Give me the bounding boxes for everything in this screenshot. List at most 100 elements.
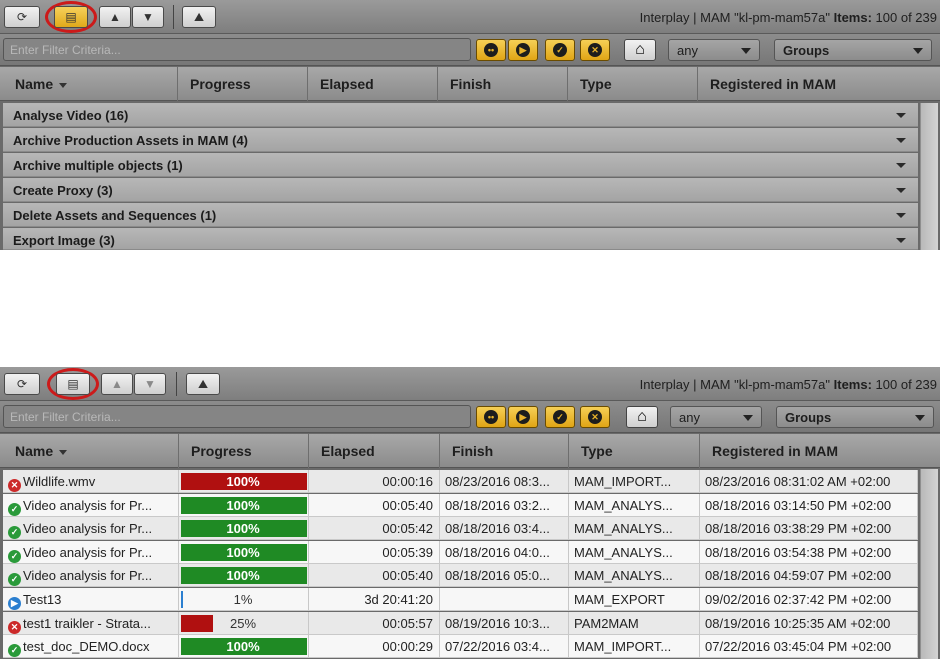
group-label: Archive multiple objects (1) — [13, 158, 183, 173]
home-button[interactable]: ⌂ — [626, 406, 658, 428]
image-button[interactable]: ⛰ — [186, 373, 220, 395]
sort-icon — [59, 82, 68, 88]
cell-type: MAM_IMPORT... — [569, 635, 700, 659]
column-progress[interactable]: Progress — [179, 434, 309, 468]
toolbar: ⟳ ▤ ▲ ▼ ⛰ Interplay | MAM "kl-pm-mam57a"… — [0, 0, 940, 34]
column-finish[interactable]: Finish — [438, 67, 568, 101]
column-finish[interactable]: Finish — [440, 434, 569, 468]
filter-running-button[interactable]: ▶ — [508, 406, 538, 428]
scrollbar[interactable] — [920, 469, 938, 659]
filter-running-button[interactable]: ▶ — [508, 39, 538, 61]
column-registered[interactable]: Registered in MAM — [700, 434, 940, 468]
cell-registered: 08/18/2016 03:54:38 PM +02:00 — [700, 540, 918, 564]
column-name[interactable]: Name — [3, 67, 178, 101]
filter-completed-button[interactable]: ✓ — [545, 406, 575, 428]
column-type[interactable]: Type — [569, 434, 700, 468]
group-row[interactable]: Delete Assets and Sequences (1) — [3, 203, 918, 227]
filter-waiting-button[interactable]: •• — [476, 39, 506, 61]
chevron-down-icon — [743, 415, 753, 421]
down-arrows-icon: ▼ — [142, 10, 154, 24]
column-type[interactable]: Type — [568, 67, 698, 101]
cell-name: ▶ Test13 — [3, 588, 179, 611]
table-row[interactable]: ✕ Wildlife.wmv 100% 00:00:16 08/23/2016 08:3… — [3, 470, 918, 493]
filter-row: Enter Filter Criteria... •• ▶ ✓ ✕ ⌂ any … — [0, 34, 940, 66]
groups-select[interactable]: Groups — [776, 406, 934, 428]
filter-completed-button[interactable]: ✓ — [545, 39, 575, 61]
column-type-label: Type — [580, 76, 612, 92]
cell-finish: 08/23/2016 08:3... — [440, 470, 569, 493]
column-elapsed[interactable]: Elapsed — [308, 67, 438, 101]
filter-input[interactable]: Enter Filter Criteria... — [3, 405, 471, 428]
scrollbar[interactable] — [920, 103, 938, 250]
home-button[interactable]: ⌂ — [624, 39, 656, 61]
filter-failed-button[interactable]: ✕ — [580, 406, 610, 428]
status-select-value: any — [679, 410, 700, 425]
table-row[interactable]: ✓ test_doc_DEMO.docx 100% 00:00:29 07/22/201… — [3, 635, 918, 659]
cell-registered: 08/19/2016 10:25:35 AM +02:00 — [700, 611, 918, 635]
job-name: test1 traikler - Strata... — [23, 615, 151, 631]
progress-label: 100% — [226, 474, 260, 489]
move-up-button[interactable]: ▲ — [99, 6, 131, 28]
groups-select[interactable]: Groups — [774, 39, 932, 61]
table-row[interactable]: ✓ Video analysis for Pr... 100% 00:05:40 08/… — [3, 493, 918, 517]
table-row[interactable]: ✓ Video analysis for Pr... 100% 00:05:40 08/… — [3, 564, 918, 588]
grouped-view-panel: ⟳ ▤ ▲ ▼ ⛰ Interplay | MAM "kl-pm-mam57a"… — [0, 0, 940, 250]
column-name[interactable]: Name — [3, 434, 179, 468]
cell-finish: 08/18/2016 04:0... — [440, 540, 569, 564]
cell-progress: 100% — [179, 493, 309, 517]
cell-type: MAM_IMPORT... — [569, 470, 700, 493]
list-view-button[interactable]: ▤ — [54, 6, 88, 28]
column-registered[interactable]: Registered in MAM — [698, 67, 940, 101]
filter-failed-button[interactable]: ✕ — [580, 39, 610, 61]
image-button[interactable]: ⛰ — [182, 6, 216, 28]
move-down-button[interactable]: ▼ — [132, 6, 164, 28]
cell-finish — [440, 588, 569, 611]
filter-waiting-button[interactable]: •• — [476, 406, 506, 428]
cell-finish: 08/18/2016 03:4... — [440, 517, 569, 541]
status-select[interactable]: any — [670, 406, 762, 428]
cell-registered: 08/18/2016 03:38:29 PM +02:00 — [700, 517, 918, 541]
cell-type: PAM2MAM — [569, 611, 700, 635]
group-row[interactable]: Create Proxy (3) — [3, 178, 918, 202]
chevron-down-icon — [896, 238, 906, 243]
column-progress[interactable]: Progress — [178, 67, 308, 101]
list-view-icon: ▤ — [67, 377, 79, 391]
chevron-down-icon — [896, 113, 906, 118]
table-row[interactable]: ✓ Video analysis for Pr... 100% 00:05:42 08/… — [3, 517, 918, 541]
move-down-button[interactable]: ▼ — [134, 373, 166, 395]
cell-progress: 25% — [179, 611, 309, 635]
group-row[interactable]: Analyse Video (16) — [3, 103, 918, 127]
column-progress-label: Progress — [191, 443, 252, 459]
cell-elapsed: 00:05:40 — [309, 493, 440, 517]
image-icon: ⛰ — [197, 376, 209, 391]
cell-name: ✕ Wildlife.wmv — [3, 470, 179, 493]
refresh-icon: ⟳ — [16, 377, 28, 391]
table-row[interactable]: ✓ Video analysis for Pr... 100% 00:05:39 08/… — [3, 540, 918, 564]
running-status-icon: ▶ — [8, 597, 21, 610]
group-row[interactable]: Archive multiple objects (1) — [3, 153, 918, 177]
list-view-button[interactable]: ▤ — [56, 373, 90, 395]
completed-status-icon: ✓ — [8, 549, 21, 563]
completed-status-icon: ✓ — [8, 526, 21, 540]
move-up-button[interactable]: ▲ — [101, 373, 133, 395]
chevron-down-icon — [896, 138, 906, 143]
list-view-icon: ▤ — [65, 10, 77, 24]
group-row[interactable]: Archive Production Assets in MAM (4) — [3, 128, 918, 152]
refresh-button[interactable]: ⟳ — [4, 6, 40, 28]
running-icon: ▶ — [516, 410, 530, 424]
cell-name: ✓ Video analysis for Pr... — [3, 493, 179, 517]
table-row[interactable]: ▶ Test13 1% 3d 20:41:20 MAM_EXPORT 09/02/2016… — [3, 588, 918, 611]
status-select[interactable]: any — [668, 39, 760, 61]
title-prefix: Interplay | MAM "kl-pm-mam57a" — [639, 377, 830, 392]
column-name-label: Name — [15, 443, 54, 459]
cell-finish: 08/18/2016 05:0... — [440, 564, 569, 588]
filter-input[interactable]: Enter Filter Criteria... — [3, 38, 471, 61]
chevron-down-icon — [741, 48, 751, 54]
column-finish-label: Finish — [452, 443, 494, 459]
refresh-button[interactable]: ⟳ — [4, 373, 40, 395]
column-elapsed-label: Elapsed — [321, 443, 375, 459]
column-elapsed[interactable]: Elapsed — [309, 434, 440, 468]
group-row[interactable]: Export Image (3) — [3, 228, 918, 250]
table-row[interactable]: ✕ test1 traikler - Strata... 25% 00:05:57 08… — [3, 611, 918, 635]
cell-finish: 07/22/2016 03:4... — [440, 635, 569, 659]
